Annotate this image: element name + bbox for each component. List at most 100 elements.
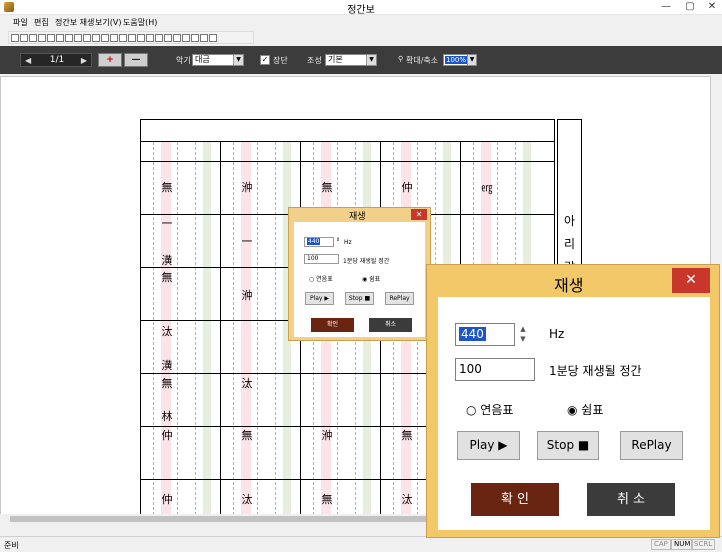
symbol-icon-7[interactable]	[110, 33, 118, 42]
add-page-button[interactable]: +	[98, 53, 122, 67]
chevron-down-icon: ▼	[467, 55, 476, 65]
score-note[interactable]: 林	[160, 411, 174, 422]
symbol-icon-12[interactable]	[155, 33, 163, 42]
menu-bar: 파일 편집 정간보 재생 보기(V) 도움말(H)	[0, 15, 722, 30]
next-page-button[interactable]: ▶	[81, 56, 87, 65]
symbol-icon-11[interactable]	[146, 33, 154, 42]
replay-button[interactable]: RePlay	[620, 431, 683, 460]
score-note[interactable]: 仲	[160, 494, 174, 505]
title-bar: 정간보 — ▢ ✕	[0, 0, 722, 16]
stop-button[interactable]: Stop ■	[537, 431, 599, 460]
score-note[interactable]: 無	[320, 182, 334, 193]
dialog-title: 재생	[554, 276, 584, 295]
menu-edit[interactable]: 편집	[34, 17, 49, 28]
jangdan-label: 장단	[273, 56, 288, 65]
symbol-icon-5[interactable]	[92, 33, 100, 42]
symbol-icon-8[interactable]	[119, 33, 127, 42]
open-file-icon[interactable]	[20, 33, 28, 42]
symbol-icon-9[interactable]	[128, 33, 136, 42]
score-note[interactable]: 無	[160, 182, 174, 193]
navigation-bar: ◀ 1/1 ▶ + — 악기 대금 ▼ ✓ 장단 조성 기본 ▼ ⚲ 확대/축소…	[0, 46, 722, 74]
chevron-down-icon: ▼	[233, 55, 243, 65]
score-note[interactable]: 無	[160, 378, 174, 389]
score-note[interactable]: 仲	[160, 430, 174, 441]
score-note[interactable]: 㳞	[320, 430, 334, 441]
new-file-icon[interactable]	[11, 33, 19, 42]
symbol-icon-4[interactable]	[83, 33, 91, 42]
play-button[interactable]: Play ▶	[457, 431, 520, 460]
radio-legato[interactable]: ○ 연음표	[466, 401, 513, 418]
close-icon[interactable]: ✕	[672, 268, 710, 293]
chevron-down-icon: ▼	[366, 55, 376, 65]
play-button[interactable]: Play ▶	[305, 292, 334, 305]
dialog-header: 재생 ✕	[289, 208, 430, 222]
close-icon[interactable]: ✕	[411, 209, 427, 220]
scroll-lock-indicator: SCRL	[691, 539, 716, 550]
help-icon[interactable]	[209, 33, 217, 42]
key-value: 기본	[328, 55, 343, 64]
minimize-button[interactable]: —	[656, 1, 676, 13]
score-note[interactable]: 無	[320, 494, 334, 505]
menu-file[interactable]: 파일	[13, 17, 28, 28]
symbol-icon-1[interactable]	[56, 33, 64, 42]
save-icon[interactable]	[29, 33, 37, 42]
score-note[interactable]: 一	[240, 236, 254, 247]
window-title: 정간보	[347, 5, 375, 16]
radio-legato[interactable]: ○ 연음표	[309, 274, 333, 283]
symbol-icon-16[interactable]	[191, 33, 199, 42]
jangdan-checkbox[interactable]: ✓	[260, 55, 270, 65]
score-note[interactable]: 㳞	[240, 182, 254, 193]
close-window-button[interactable]: ✕	[702, 1, 722, 13]
frequency-spinner[interactable]: ▲ ▼	[517, 324, 529, 345]
score-note[interactable]: 汰	[160, 326, 174, 337]
score-note[interactable]: 潢	[160, 255, 174, 266]
ok-button[interactable]: 확 인	[471, 483, 559, 516]
score-note[interactable]: 無	[400, 430, 414, 441]
symbol-icon-3[interactable]	[74, 33, 82, 42]
menu-view[interactable]: 보기(V)	[95, 17, 121, 28]
tempo-input[interactable]: 100	[455, 358, 535, 381]
score-note[interactable]: 潢	[160, 360, 174, 371]
menu-play-score[interactable]: 정간보 재생	[55, 17, 94, 28]
remove-page-button[interactable]: —	[124, 53, 148, 67]
score-note[interactable]: 一	[160, 218, 174, 229]
replay-button[interactable]: RePlay	[385, 292, 414, 305]
tempo-input[interactable]: 100	[304, 254, 339, 264]
frequency-input[interactable]: 440	[304, 237, 334, 247]
score-note[interactable]: 無	[240, 430, 254, 441]
ok-button[interactable]: 확인	[311, 318, 354, 332]
maximize-button[interactable]: ▢	[680, 1, 700, 13]
symbol-icon-6[interactable]	[101, 33, 109, 42]
scroll-thumb[interactable]	[10, 516, 430, 522]
cancel-button[interactable]: 취 소	[587, 483, 675, 516]
spinner-icon[interactable]: ⇕	[336, 237, 340, 243]
symbol-icon-10[interactable]	[137, 33, 145, 42]
frequency-input[interactable]: 440	[455, 323, 515, 346]
radio-rest[interactable]: ◉ 쉼표	[362, 274, 380, 283]
radio-rest[interactable]: ◉ 쉼표	[567, 401, 603, 418]
cancel-button[interactable]: 취소	[369, 318, 412, 332]
playback-dialog-small: 재생 ✕ 440 ⇕ Hz 100 1분당 재생될 정간 ○ 연음표 ◉ 쉼표 …	[288, 207, 431, 341]
score-note[interactable]: 汰	[400, 494, 414, 505]
score-note[interactable]: 無	[160, 272, 174, 283]
score-note[interactable]: 汰	[240, 378, 254, 389]
key-select[interactable]: 기본 ▼	[325, 54, 377, 66]
stop-button[interactable]: Stop ■	[345, 292, 374, 305]
score-note[interactable]: 仲	[400, 182, 414, 193]
menu-help[interactable]: 도움말(H)	[123, 17, 157, 28]
previous-page-button[interactable]: ◀	[25, 56, 31, 65]
score-note[interactable]: ㋍	[480, 182, 494, 193]
symbol-icon-2[interactable]	[65, 33, 73, 42]
symbol-icon-17[interactable]	[200, 33, 208, 42]
symbol-icon-14[interactable]	[173, 33, 181, 42]
score-note[interactable]: 汰	[240, 494, 254, 505]
score-note[interactable]: 㳞	[240, 290, 254, 301]
zoom-select[interactable]: 100% ▼	[443, 54, 477, 66]
instrument-select[interactable]: 대금 ▼	[192, 54, 244, 66]
print-icon[interactable]	[38, 33, 46, 42]
song-title-char: 리	[564, 237, 576, 251]
preview-icon[interactable]	[47, 33, 55, 42]
symbol-icon-15[interactable]	[182, 33, 190, 42]
status-text: 준비	[4, 541, 19, 550]
symbol-icon-13[interactable]	[164, 33, 172, 42]
